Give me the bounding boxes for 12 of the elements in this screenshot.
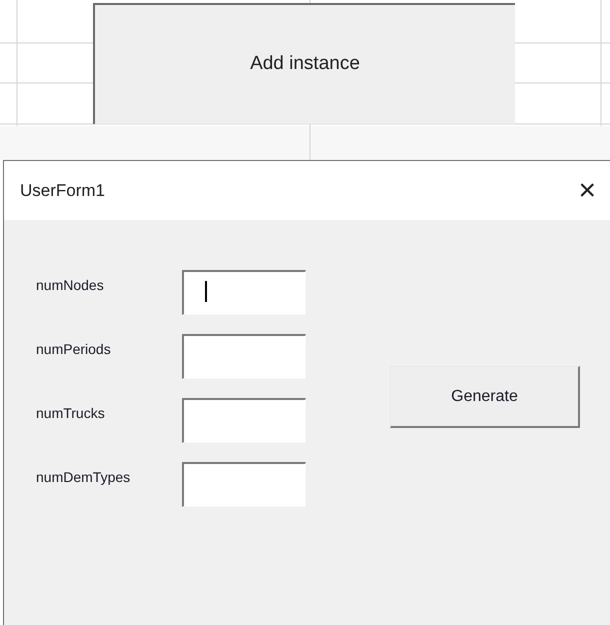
field-label: numDemTypes <box>36 468 132 487</box>
add-instance-button[interactable]: Add instance <box>93 3 515 124</box>
field-label: numNodes <box>36 276 105 295</box>
window-title: UserForm1 <box>20 180 106 202</box>
field-label: numPeriods <box>36 340 112 359</box>
input-field[interactable] <box>182 462 306 507</box>
close-button[interactable]: × <box>574 176 600 206</box>
generate-button[interactable]: Generate <box>390 366 580 428</box>
input-field[interactable] <box>182 398 306 443</box>
input-field[interactable] <box>182 270 306 315</box>
field-label: numTrucks <box>36 404 106 423</box>
input-field[interactable] <box>182 334 306 379</box>
